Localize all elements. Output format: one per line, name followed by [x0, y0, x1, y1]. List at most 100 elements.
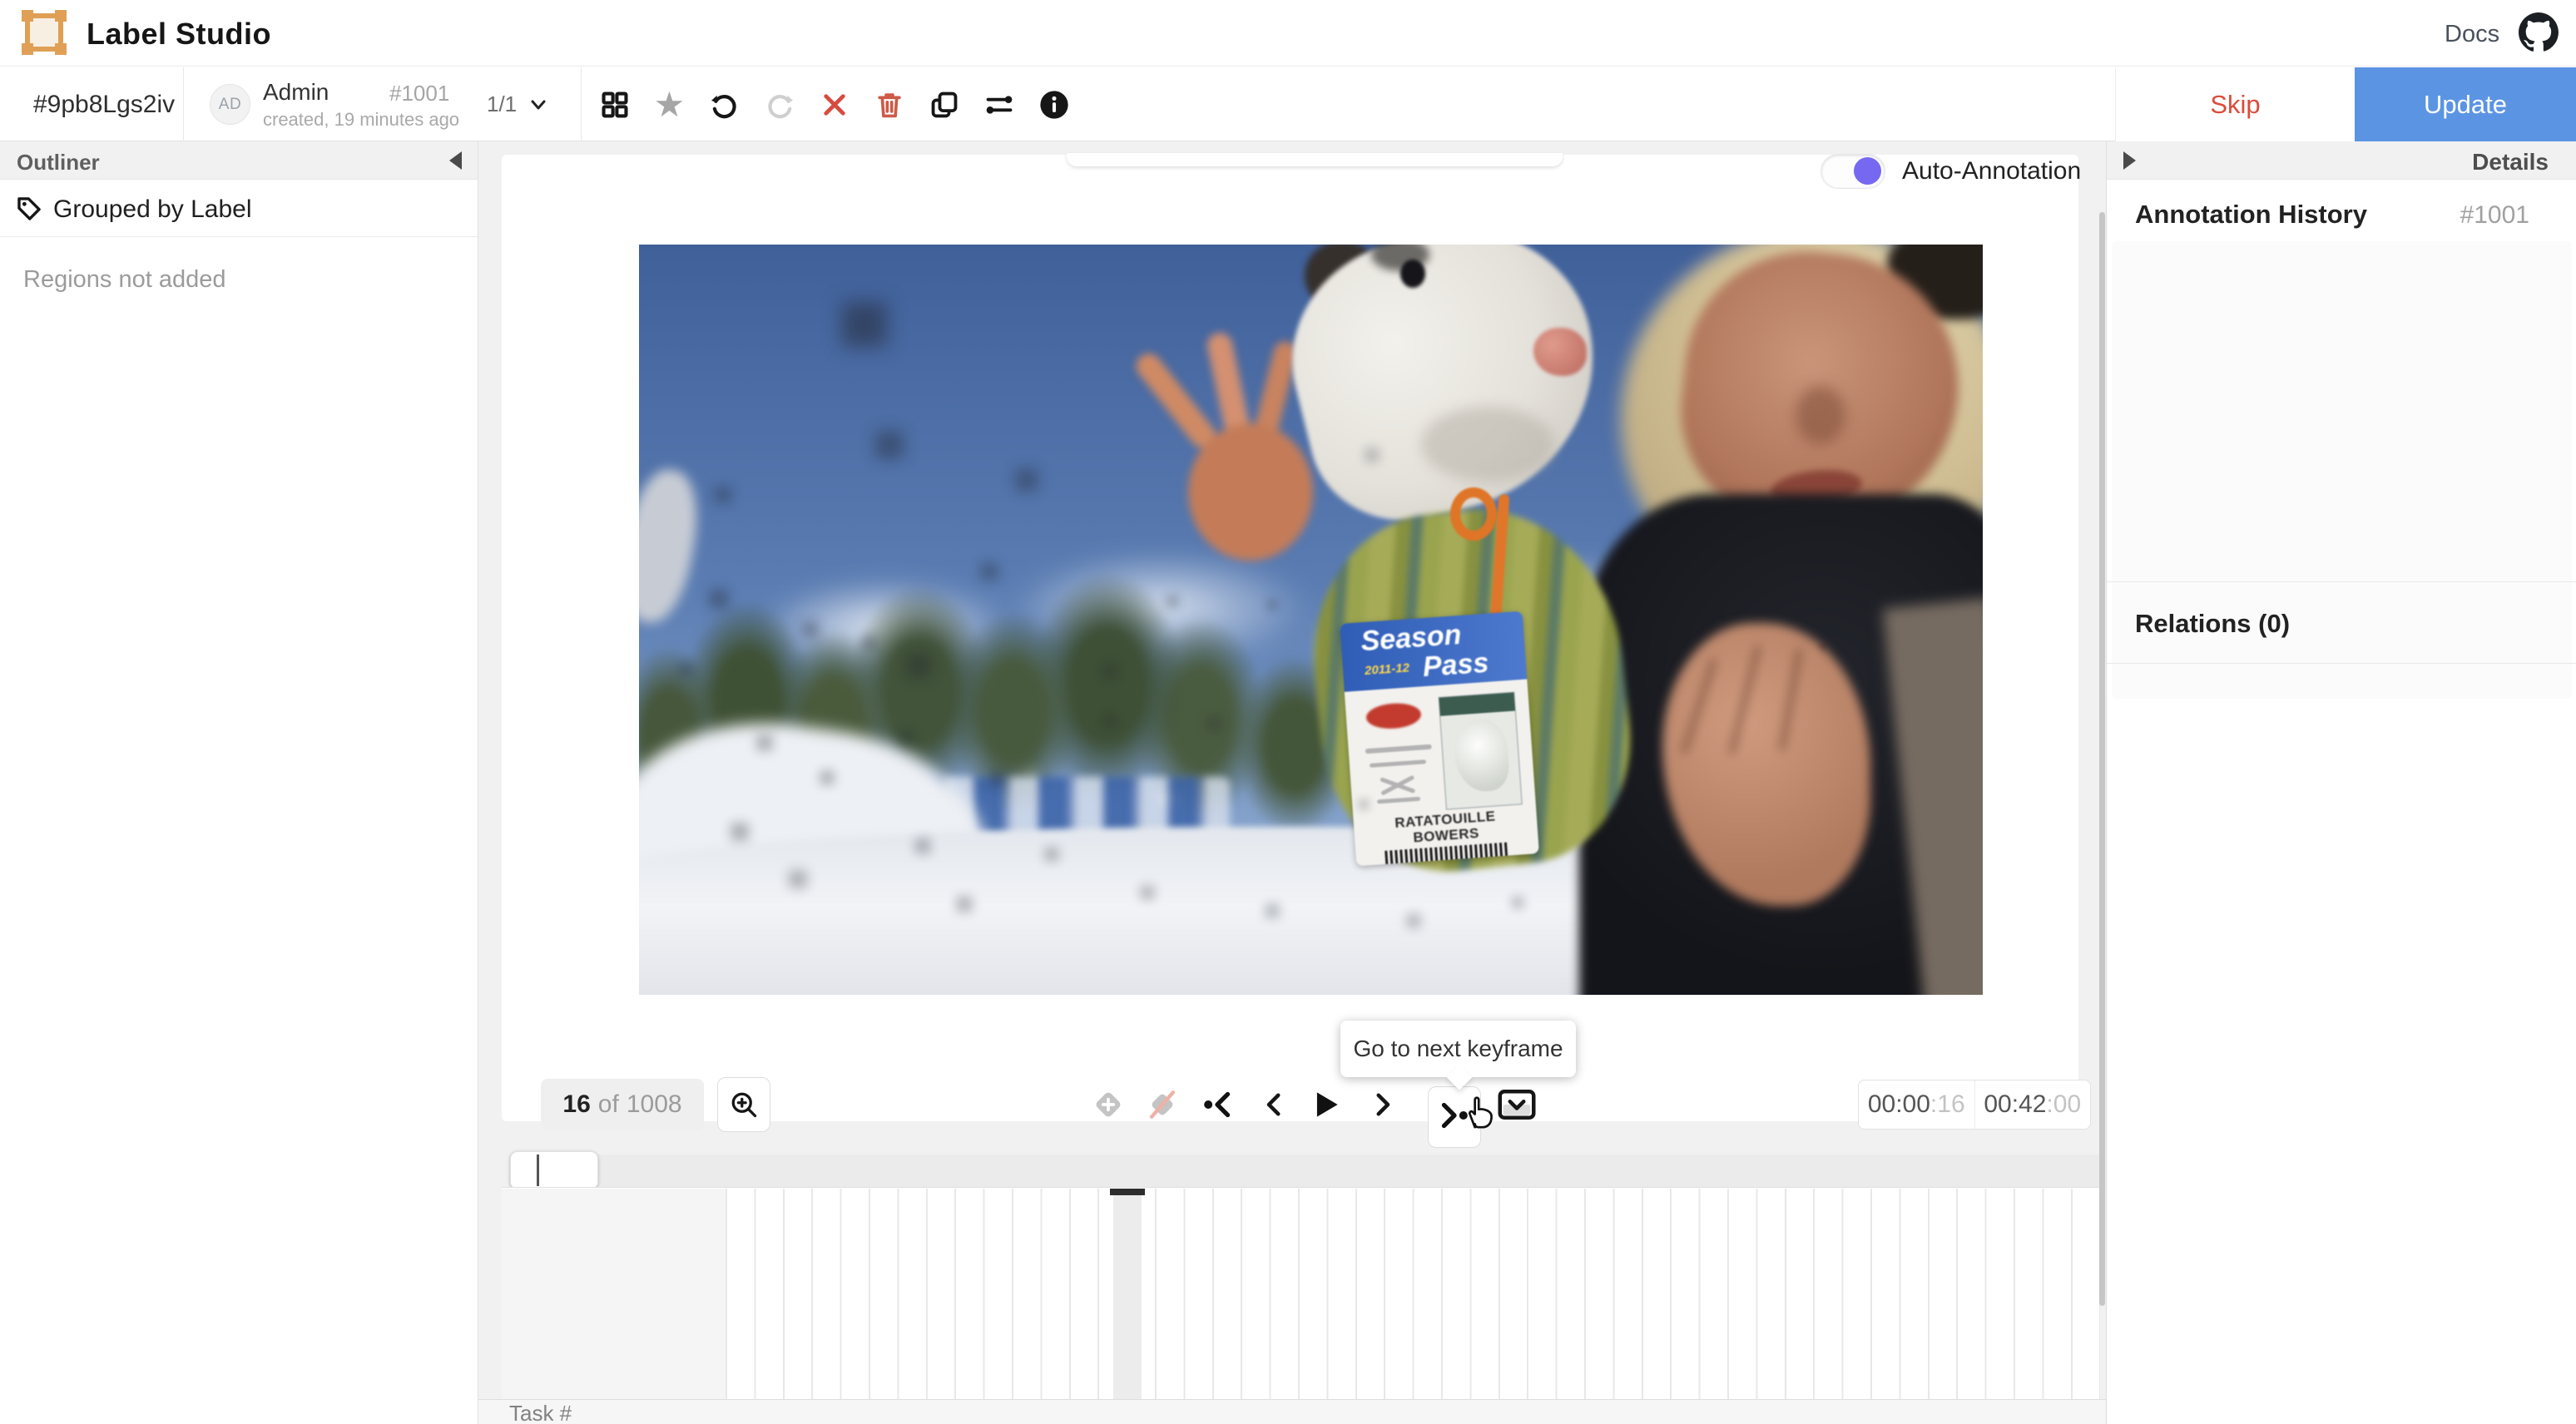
grouping-selector[interactable]: Grouped by Label — [0, 180, 478, 237]
badge-title-line2: Pass — [1422, 647, 1490, 684]
skip-button[interactable]: Skip — [2115, 67, 2355, 141]
play-button[interactable] — [1302, 1080, 1349, 1130]
prev-frame-button[interactable] — [1251, 1080, 1297, 1130]
github-icon[interactable] — [2518, 12, 2559, 53]
auto-annotation-label: Auto-Annotation — [1902, 157, 2081, 185]
outliner-header: Outliner — [0, 141, 478, 180]
video-possum-chin — [1421, 407, 1554, 482]
label-studio-logo-icon[interactable] — [25, 13, 63, 52]
prev-keyframe-button[interactable] — [1194, 1080, 1241, 1130]
redo-button[interactable] — [760, 86, 798, 123]
star-icon: ★ — [654, 87, 686, 122]
task-id-label: #9pb8Lgs2iv — [33, 91, 175, 119]
mouse-cursor — [1460, 1093, 1499, 1131]
duplicate-annotation-button[interactable] — [925, 86, 963, 123]
trash-icon — [874, 89, 905, 121]
tag-icon — [15, 195, 43, 223]
floating-toolbar-edge — [1067, 153, 1563, 166]
tooltip-text: Go to next keyframe — [1353, 1036, 1563, 1062]
divider — [183, 67, 184, 141]
badge-photo — [1439, 692, 1523, 810]
badge-holder-name: RATATOUILLE BOWERS — [1353, 805, 1538, 849]
task-number-label: Task # — [509, 1401, 572, 1424]
timeline-viewport-handle[interactable] — [510, 1151, 598, 1189]
frame-counter-input[interactable]: 16 of 1008 — [541, 1079, 704, 1130]
badge-year: 2011-12 — [1365, 660, 1410, 678]
next-frame-button[interactable] — [1360, 1080, 1406, 1130]
undo-icon — [708, 88, 741, 121]
video-lens-dirt — [639, 245, 641, 246]
frame-separator: of — [598, 1090, 619, 1119]
collapse-left-icon[interactable] — [449, 151, 462, 170]
video-panel: Season Pass 2011-12 RATATOUI — [502, 155, 2078, 1121]
redo-icon — [763, 88, 796, 121]
docs-link[interactable]: Docs — [2445, 21, 2499, 48]
app-header: Label Studio Docs — [0, 0, 2576, 67]
annotation-pagination[interactable]: 1/1 — [487, 67, 570, 141]
ground-truth-button[interactable]: ★ — [651, 86, 688, 123]
app-title: Label Studio — [87, 17, 271, 52]
video-cord-loop — [1450, 487, 1497, 541]
details-title: Details — [2472, 149, 2549, 176]
keyframe-add-icon — [1092, 1088, 1125, 1121]
collapse-right-icon[interactable] — [2123, 151, 2136, 170]
relations-section[interactable]: Relations (0) — [2107, 581, 2576, 664]
chevron-left-icon — [1259, 1090, 1289, 1120]
outliner-title: Outliner — [17, 150, 100, 176]
annotation-id: #1001 — [389, 81, 449, 106]
toggle-knob — [1854, 157, 1881, 185]
frame-total: 1008 — [627, 1090, 682, 1119]
video-frame[interactable]: Season Pass 2011-12 RATATOUI — [639, 245, 1983, 995]
add-keyframe-button[interactable] — [1085, 1080, 1132, 1130]
reset-button[interactable] — [815, 86, 853, 123]
frames-timeline[interactable] — [502, 1187, 2100, 1399]
undo-button[interactable] — [706, 86, 743, 123]
video-possum-nose — [1533, 328, 1587, 376]
current-frame-marker[interactable] — [1110, 1189, 1145, 1195]
tooltip: Go to next keyframe — [1340, 1021, 1576, 1077]
keyframe-remove-icon — [1144, 1086, 1181, 1123]
video-possum-eye — [1400, 260, 1425, 288]
keyframe-prev-icon — [1201, 1088, 1234, 1121]
zoom-in-button[interactable] — [717, 1077, 770, 1132]
copy-icon — [929, 89, 960, 121]
task-toolbar: #9pb8Lgs2iv AD Admin #1001 created, 19 m… — [0, 67, 2576, 141]
current-frame-column — [1113, 1189, 1142, 1400]
badge-logo — [1365, 702, 1422, 731]
vertical-scrollbar[interactable] — [2099, 212, 2105, 1306]
annotator-name: Admin — [263, 79, 329, 106]
avatar: AD — [210, 84, 250, 125]
annotation-history-id: #1001 — [2460, 201, 2529, 230]
task-footer — [478, 1399, 2106, 1424]
info-button[interactable] — [1035, 86, 1073, 123]
frame-current: 16 — [562, 1090, 590, 1119]
auto-annotation-toggle[interactable] — [1821, 154, 1885, 189]
regions-empty-message: Regions not added — [23, 266, 225, 294]
label-studio-app: Label Studio Docs #9pb8Lgs2iv AD Admin #… — [0, 0, 2576, 1424]
remove-keyframe-button[interactable] — [1139, 1080, 1186, 1130]
time-duration: 00:42:00 — [1975, 1080, 2091, 1129]
settings-button[interactable] — [980, 86, 1018, 123]
info-icon — [1038, 89, 1070, 121]
cross-icon — [819, 89, 850, 121]
delete-annotation-button[interactable] — [870, 86, 908, 123]
time-position: 00:00:16 — [1859, 1080, 1975, 1129]
update-button[interactable]: Update — [2355, 67, 2576, 141]
timeline-ticks — [726, 1189, 2100, 1400]
relations-title: Relations (0) — [2135, 609, 2290, 639]
timeline-collapse-button[interactable] — [1494, 1080, 1540, 1130]
outliner-sidebar: Outliner Grouped by Label Regions not ad… — [0, 141, 478, 1424]
timeline-playhead[interactable] — [537, 1155, 539, 1186]
sliders-icon — [983, 89, 1015, 121]
video-season-pass-badge: Season Pass 2011-12 RATATOUI — [1340, 611, 1539, 867]
grid-view-button[interactable] — [596, 86, 633, 123]
pagination-label: 1/1 — [487, 91, 517, 117]
badge-header: Season Pass 2011-12 — [1340, 611, 1527, 692]
time-display: 00:00:16 00:42:00 — [1858, 1080, 2091, 1130]
zoom-in-icon — [729, 1090, 759, 1120]
chevron-down-icon — [528, 95, 548, 115]
grid-icon — [599, 89, 631, 121]
video-person-nose-shadow — [1796, 386, 1845, 444]
annotation-created: created, 19 minutes ago — [263, 109, 459, 131]
timeline-seekbar[interactable] — [509, 1155, 2100, 1187]
